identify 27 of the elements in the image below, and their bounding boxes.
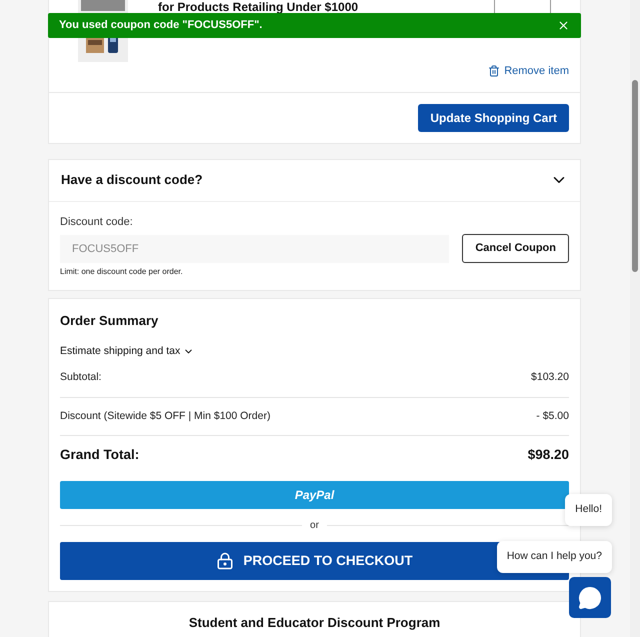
trash-icon bbox=[488, 65, 500, 78]
limit-note: Limit: one discount code per order. bbox=[60, 266, 184, 278]
discount-toggle[interactable]: Have a discount code? bbox=[49, 160, 580, 200]
lock-icon bbox=[216, 552, 234, 570]
estimate-shipping-toggle[interactable]: Estimate shipping and tax bbox=[60, 344, 194, 360]
chat-icon bbox=[578, 586, 602, 610]
chat-message-tooltip: Hello! bbox=[565, 494, 612, 526]
section-title: Student and Educator Discount Program bbox=[188, 614, 440, 632]
toast-message: You used coupon code "FOCUS5OFF". bbox=[59, 18, 262, 34]
grand-total-label: Grand Total: bbox=[60, 446, 140, 464]
summary-label: Subtotal: bbox=[60, 370, 102, 386]
chat-button[interactable] bbox=[569, 577, 611, 618]
summary-title: Order Summary bbox=[60, 312, 160, 330]
summary-value: $103.20 bbox=[531, 370, 569, 386]
or-divider-text: or bbox=[310, 519, 319, 534]
grand-total-value: $98.20 bbox=[528, 446, 569, 464]
discount-code-field[interactable]: FOCUS5OFF bbox=[60, 234, 450, 262]
close-icon[interactable] bbox=[557, 19, 570, 32]
summary-value: - $5.00 bbox=[536, 408, 569, 424]
field-label: Discount code: bbox=[60, 214, 134, 230]
summary-label: Discount (Sitewide $5 OFF | Min $100 Order) bbox=[60, 408, 270, 424]
cancel-coupon-button[interactable]: Cancel Coupon bbox=[462, 234, 569, 263]
remove-item-button[interactable]: Remove item bbox=[488, 63, 569, 80]
scrollbar[interactable] bbox=[630, 0, 640, 637]
chat-message-tooltip: How can I help you? bbox=[496, 541, 612, 573]
update-cart-button[interactable]: Update Shopping Cart bbox=[418, 104, 569, 132]
product-title[interactable]: for Products Retailing Under $1000 bbox=[158, 1, 358, 13]
